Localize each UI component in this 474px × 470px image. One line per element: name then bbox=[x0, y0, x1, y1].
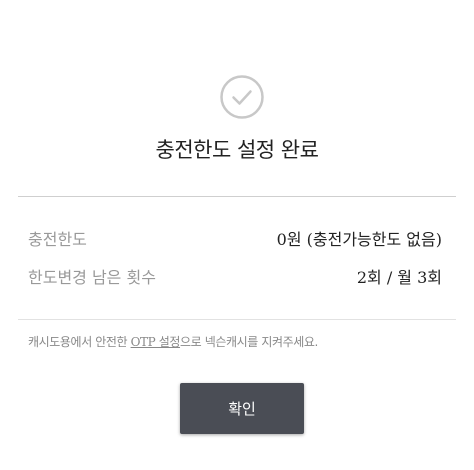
otp-limit-complete-dialog: 충전한도 설정 완료 충전한도 0원 (충전가능한도 없음) 한도변경 남은 횟… bbox=[0, 0, 474, 470]
divider bbox=[18, 196, 456, 197]
info-value: 0원 (충전가능한도 없음) bbox=[276, 230, 442, 249]
otp-settings-link[interactable]: OTP 설정 bbox=[131, 335, 181, 349]
page-title: 충전한도 설정 완료 bbox=[155, 138, 319, 162]
check-circle-icon bbox=[219, 74, 265, 120]
notice-text-after: 으로 넥슨캐시를 지켜주세요. bbox=[180, 335, 318, 349]
info-value: 2회 / 월 3회 bbox=[356, 268, 442, 287]
info-row-remaining-changes: 한도변경 남은 횟수 2회 / 월 3회 bbox=[28, 264, 442, 288]
confirm-button[interactable]: 확인 bbox=[180, 383, 304, 434]
info-label: 한도변경 남은 횟수 bbox=[28, 268, 156, 287]
notice-text-before: 캐시도용에서 안전한 bbox=[28, 335, 131, 349]
security-notice: 캐시도용에서 안전한 OTP 설정으로 넥슨캐시를 지켜주세요. bbox=[28, 333, 318, 350]
divider bbox=[18, 319, 456, 320]
info-label: 충전한도 bbox=[28, 230, 87, 249]
info-row-charge-limit: 충전한도 0원 (충전가능한도 없음) bbox=[28, 226, 442, 250]
